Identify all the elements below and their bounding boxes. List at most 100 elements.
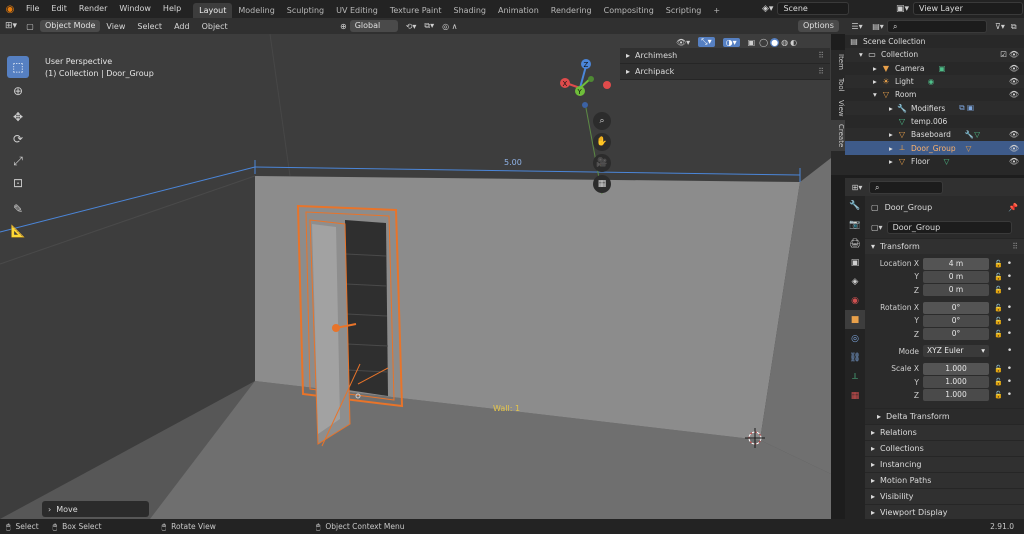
lock-icon[interactable]: 🔓 xyxy=(994,378,1003,386)
solid-shading-icon[interactable]: ● xyxy=(770,37,780,47)
scale-tool[interactable]: ⤢ xyxy=(7,150,29,172)
pan-hand-icon[interactable]: ✋ xyxy=(593,133,611,151)
eye-icon[interactable]: 👁 xyxy=(1009,90,1019,99)
material-shading-icon[interactable]: ◍ xyxy=(781,38,788,47)
outliner-editor-icon[interactable]: ☰▾ xyxy=(845,22,869,31)
editor-type-icon[interactable]: ⊞▾ xyxy=(0,21,22,31)
snap-icon[interactable]: ⧉▾ xyxy=(424,21,434,31)
keyframe-dot-icon[interactable]: • xyxy=(1007,364,1012,374)
tab-rendering[interactable]: Rendering xyxy=(545,3,598,18)
keyframe-dot-icon[interactable]: • xyxy=(1007,272,1012,282)
lock-icon[interactable]: 🔓 xyxy=(994,304,1003,312)
keyframe-dot-icon[interactable]: • xyxy=(1007,329,1012,339)
eye-icon[interactable]: 👁 xyxy=(1009,64,1019,73)
menu-file[interactable]: File xyxy=(20,0,45,18)
constraints-tab-icon[interactable]: ⛓ xyxy=(845,348,865,367)
mode-selector[interactable]: Object Mode xyxy=(40,20,101,32)
outliner-row-selected[interactable]: ▸ ⟂ Door_Group ▽ 👁 xyxy=(845,141,1024,155)
object-type-icon[interactable]: ▢▾ xyxy=(871,223,883,232)
cursor-tool[interactable]: ⊕ xyxy=(7,80,29,102)
lock-icon[interactable]: 🔓 xyxy=(994,260,1003,268)
filter-icon[interactable]: ⊽▾ xyxy=(995,22,1005,31)
menu-add[interactable]: Add xyxy=(168,22,196,31)
transform-tool[interactable]: ⊡ xyxy=(7,172,29,194)
grid-view-icon[interactable]: ▦ xyxy=(593,175,611,193)
outliner-row[interactable]: ▸ ☀ Light ◉ 👁 xyxy=(845,74,1024,89)
panel-archipack[interactable]: ▸ Archipack ⠿ xyxy=(620,64,830,80)
new-collection-icon[interactable]: ⧉ xyxy=(1011,22,1017,32)
options-button[interactable]: Options xyxy=(798,20,839,32)
expand-arrow-icon[interactable]: ▸ xyxy=(889,157,897,166)
3d-viewport[interactable]: 5.00 Wall: 1 Z X Y User Perspective (1) … xyxy=(0,34,831,519)
expand-arrow-icon[interactable]: ▾ xyxy=(873,90,881,99)
texture-tab-icon[interactable]: ▦ xyxy=(845,386,865,405)
menu-view[interactable]: View xyxy=(100,22,131,31)
location-y-field[interactable]: 0 m xyxy=(923,270,989,283)
visibility-icon[interactable]: 👁▾ xyxy=(676,38,690,47)
last-operator-panel[interactable]: › Move xyxy=(42,501,149,517)
object-tab-icon[interactable]: ■ xyxy=(845,310,865,329)
keyframe-dot-icon[interactable]: • xyxy=(1007,259,1012,269)
tab-modeling[interactable]: Modeling xyxy=(232,3,280,18)
tab-layout[interactable]: Layout xyxy=(193,2,233,18)
view-layer-field[interactable]: View Layer xyxy=(913,2,1024,15)
eye-icon[interactable]: 👁 xyxy=(1009,157,1019,166)
outliner-row[interactable]: ▸ ▽ Floor ▽ 👁 xyxy=(845,155,1024,168)
rendered-shading-icon[interactable]: ◐ xyxy=(790,38,797,47)
tab-sculpting[interactable]: Sculpting xyxy=(281,3,330,18)
outliner-row[interactable]: ▽ temp.006 xyxy=(845,115,1024,128)
camera-view-icon[interactable]: 🎥 xyxy=(593,154,611,172)
tab-create[interactable]: Create xyxy=(831,120,845,152)
expand-arrow-icon[interactable]: ▸ xyxy=(889,104,897,113)
tool-tab-icon[interactable]: 🔧 xyxy=(845,196,865,215)
modifier-mesh-icons[interactable]: 🔧▽ xyxy=(965,130,980,139)
lock-icon[interactable]: 🔓 xyxy=(994,391,1003,399)
modifier-icons[interactable]: ⧉ ▣ xyxy=(959,103,974,113)
properties-editor-icon[interactable]: ⊞▾ xyxy=(845,183,869,192)
add-workspace-button[interactable]: + xyxy=(707,3,726,18)
expand-arrow-icon[interactable]: ▾ xyxy=(859,50,867,59)
children-icon[interactable]: ▽ xyxy=(966,144,972,153)
location-x-field[interactable]: 4 m xyxy=(923,257,989,270)
keyframe-dot-icon[interactable]: • xyxy=(1007,390,1012,400)
lock-icon[interactable]: 🔓 xyxy=(994,365,1003,373)
checkbox-icon[interactable]: ☑ xyxy=(1000,50,1007,59)
tab-animation[interactable]: Animation xyxy=(492,3,545,18)
eye-icon[interactable]: 👁 xyxy=(1009,130,1019,139)
drag-handle-icon[interactable]: ⠿ xyxy=(818,67,824,76)
orientation-dropdown[interactable]: Global xyxy=(349,20,398,32)
expand-arrow-icon[interactable]: ▸ xyxy=(873,77,881,86)
lock-icon[interactable]: 🔓 xyxy=(994,286,1003,294)
drag-handle-icon[interactable]: ⠿ xyxy=(1012,242,1018,251)
menu-help[interactable]: Help xyxy=(157,0,187,18)
instancing-panel-header[interactable]: ▸ Instancing xyxy=(865,455,1024,472)
motion-paths-panel-header[interactable]: ▸ Motion Paths xyxy=(865,471,1024,488)
overlay-toggle-icon[interactable]: ◑▾ xyxy=(722,37,740,47)
menu-edit[interactable]: Edit xyxy=(45,0,73,18)
move-tool[interactable]: ✥ xyxy=(7,106,29,128)
rotation-z-field[interactable]: 0° xyxy=(923,328,989,341)
scene-field[interactable]: Scene xyxy=(777,2,850,15)
location-z-field[interactable]: 0 m xyxy=(923,284,989,297)
tab-tool[interactable]: Tool xyxy=(831,74,845,96)
keyframe-dot-icon[interactable]: • xyxy=(1007,377,1012,387)
tab-view[interactable]: View xyxy=(831,96,845,121)
expand-arrow-icon[interactable]: ▸ xyxy=(889,144,897,153)
camera-data-icon[interactable]: ▣ xyxy=(938,64,945,73)
scale-y-field[interactable]: 1.000 xyxy=(923,376,989,389)
collections-panel-header[interactable]: ▸ Collections xyxy=(865,439,1024,456)
outliner-row[interactable]: ▾ ▭ Collection ☑ 👁 xyxy=(845,48,1024,62)
outliner-row[interactable]: ▾ ▽ Room 👁 xyxy=(845,88,1024,101)
eye-icon[interactable]: 👁 xyxy=(1009,144,1019,153)
zoom-icon[interactable]: ⌕ xyxy=(593,112,611,130)
annotate-tool[interactable]: ✎ xyxy=(7,198,29,220)
object-data-tab-icon[interactable]: ⟂ xyxy=(845,367,865,386)
tab-compositing[interactable]: Compositing xyxy=(598,3,660,18)
keyframe-dot-icon[interactable]: • xyxy=(1007,316,1012,326)
visibility-panel-header[interactable]: ▸ Visibility xyxy=(865,487,1024,504)
rotate-tool[interactable]: ⟳ xyxy=(7,128,29,150)
outliner-row[interactable]: ▸ 🔧 Modifiers ⧉ ▣ xyxy=(845,101,1024,115)
render-tab-icon[interactable]: 📷 xyxy=(845,215,865,234)
menu-window[interactable]: Window xyxy=(113,0,157,18)
tab-scripting[interactable]: Scripting xyxy=(660,3,708,18)
